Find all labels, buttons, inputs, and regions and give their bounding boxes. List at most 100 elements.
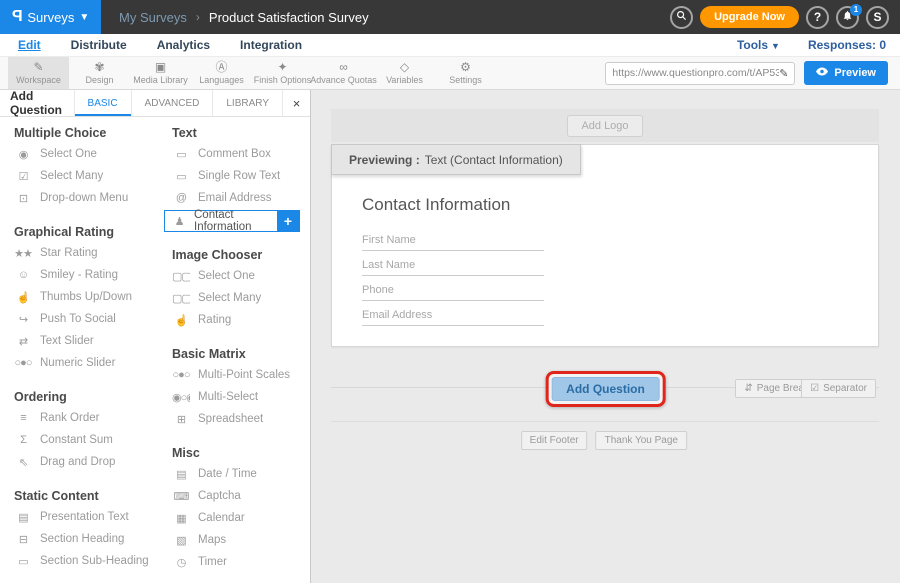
palette-icon: ✾	[94, 61, 104, 74]
wand-icon: ✦	[277, 61, 287, 74]
question-type-label: Comment Box	[198, 148, 271, 160]
panel-tab-basic[interactable]: BASIC	[74, 90, 131, 116]
question-type-timer[interactable]: ◷Timer	[172, 551, 310, 573]
question-type-push-to-social[interactable]: ↪Push To Social	[14, 308, 158, 330]
question-type-select-many[interactable]: ☑Select Many	[14, 165, 158, 187]
question-type-maps[interactable]: ▧ Maps	[172, 529, 310, 551]
toolbar-tab-label: Languages	[199, 75, 244, 85]
question-type-label: Contact Information	[194, 209, 277, 233]
question-type-numeric-slider[interactable]: ○●○Numeric Slider	[14, 352, 158, 374]
toolbar-tab-label: Design	[85, 75, 113, 85]
question-type-text-slider[interactable]: ⇄Text Slider	[14, 330, 158, 352]
question-type-select-many[interactable]: ▢▢Select Many	[172, 287, 310, 309]
nav-tab-integration[interactable]: Integration	[240, 38, 302, 52]
question-type-star-rating[interactable]: ★★Star Rating	[14, 242, 158, 264]
toolbar-tab-workspace[interactable]: ✎Workspace	[8, 57, 69, 89]
question-type-single-row-text[interactable]: ▭Single Row Text	[172, 165, 310, 187]
app-root: P Surveys ▼ My Surveys › Product Satisfa…	[0, 0, 900, 583]
question-type-label: Rank Order	[40, 412, 99, 424]
multipoint-scales-icon: ○●○	[172, 369, 190, 381]
question-type-rating[interactable]: ☝Rating	[172, 309, 310, 331]
question-type-label: Push To Social	[40, 313, 116, 325]
preview-button[interactable]: Preview	[804, 61, 888, 85]
question-type-section-sub-heading[interactable]: ▭Section Sub-Heading	[14, 550, 158, 572]
thank-you-page-button[interactable]: Thank You Page	[596, 431, 687, 450]
field-last-name[interactable]: Last Name	[362, 253, 544, 276]
field-phone[interactable]: Phone	[362, 278, 544, 301]
breadcrumb-my-surveys[interactable]: My Surveys	[119, 10, 187, 25]
product-switcher[interactable]: P Surveys ▼	[0, 0, 101, 34]
panel-tab-advanced[interactable]: ADVANCED	[131, 90, 213, 116]
checkboxes-icon: ☑	[14, 170, 32, 183]
nav-tab-analytics[interactable]: Analytics	[157, 38, 210, 52]
question-type-email-address[interactable]: @Email Address	[172, 187, 310, 209]
question-type-multi-point-scales[interactable]: ○●○Multi-Point Scales	[172, 364, 310, 386]
add-selected-question-button[interactable]: +	[277, 211, 299, 231]
nav-tab-distribute[interactable]: Distribute	[71, 38, 127, 52]
help-button[interactable]: ?	[806, 6, 829, 29]
toolbar-tab-media-library[interactable]: ▣Media Library	[130, 57, 191, 89]
edit-footer-button[interactable]: Edit Footer	[521, 431, 588, 450]
responses-count[interactable]: Responses: 0	[808, 38, 886, 52]
question-type-rank-order[interactable]: ≡Rank Order	[14, 407, 158, 429]
add-question-button[interactable]: Add Question	[551, 377, 660, 401]
gear-icon: ⚙	[460, 61, 471, 74]
toolbar-tab-languages[interactable]: ⒶLanguages	[191, 57, 252, 89]
question-type-label: Maps	[198, 534, 226, 546]
survey-url-field[interactable]: https://www.questionpro.com/t/AP53kZgUI …	[605, 62, 795, 85]
question-type-select-one[interactable]: ▢▢Select One	[172, 265, 310, 287]
question-type-label: Presentation Text	[40, 511, 129, 523]
add-logo-button[interactable]: Add Logo	[567, 115, 642, 137]
page-title: Product Satisfaction Survey	[209, 10, 369, 25]
timer-icon: ◷	[172, 556, 190, 569]
map-icon: ▧	[172, 534, 190, 547]
toolbar-tab-design[interactable]: ✾Design	[69, 57, 130, 89]
edit-url-icon[interactable]: ✎	[779, 67, 788, 80]
red-highlight-ring: Add Question	[545, 371, 666, 407]
group-title-basic-matrix: Basic Matrix	[172, 347, 310, 361]
page-break-icon: ⇵	[744, 383, 752, 394]
panel-tab-library[interactable]: LIBRARY	[212, 90, 282, 116]
avatar[interactable]: S	[866, 6, 889, 29]
question-type-drag-and-drop[interactable]: ⇖Drag and Drop	[14, 451, 158, 473]
previewing-value: Text (Contact Information)	[425, 153, 563, 167]
calendar-icon: ▦	[172, 512, 190, 525]
group-title-ordering: Ordering	[14, 390, 158, 404]
question-type-captcha[interactable]: ⌨Captcha	[172, 485, 310, 507]
notifications-button[interactable]: 1	[836, 6, 859, 29]
search-button[interactable]	[670, 6, 693, 29]
question-type-label: Spreadsheet	[198, 413, 263, 425]
question-type-thumbs-up-down[interactable]: ☝Thumbs Up/Down	[14, 286, 158, 308]
toolbar-tab-finish-options[interactable]: ✦Finish Options	[252, 57, 313, 89]
question-type-date-time[interactable]: ▤Date / Time	[172, 463, 310, 485]
toolbar-tab-variables[interactable]: ◇Variables	[374, 57, 435, 89]
breadcrumb-chevron-icon: ›	[196, 10, 200, 24]
separator-button[interactable]: ☑ Separator	[801, 379, 876, 398]
question-type-presentation-text[interactable]: ▤Presentation Text	[14, 506, 158, 528]
question-type-multi-select[interactable]: ◉○◉Multi-Select	[172, 386, 310, 408]
nav-tab-edit[interactable]: Edit	[18, 38, 41, 52]
question-type-smiley-rating[interactable]: ☺Smiley - Rating	[14, 264, 158, 286]
field-email-address[interactable]: Email Address	[362, 303, 544, 326]
close-panel-button[interactable]: ×	[282, 90, 310, 116]
field-first-name[interactable]: First Name	[362, 228, 544, 251]
question-type-spreadsheet[interactable]: ⊞Spreadsheet	[172, 408, 310, 430]
question-type-constant-sum[interactable]: ΣConstant Sum	[14, 429, 158, 451]
toolbar-tab-settings[interactable]: ⚙Settings	[435, 57, 496, 89]
separator-icon: ☑	[810, 383, 819, 394]
footer-buttons: Edit Footer Thank You Page	[521, 431, 687, 450]
toolbar-tab-advance-quotas[interactable]: ∞Advance Quotas	[313, 57, 374, 89]
upgrade-button[interactable]: Upgrade Now	[700, 6, 799, 28]
question-type-contact-information[interactable]: ♟Contact Information+	[164, 210, 300, 232]
question-type-comment-box[interactable]: ▭Comment Box	[172, 143, 310, 165]
tools-menu[interactable]: Tools▼	[737, 38, 780, 52]
chevron-down-icon: ▼	[79, 12, 89, 23]
question-type-select-one[interactable]: ◉Select One	[14, 143, 158, 165]
multi-select-icon: ◉○◉	[172, 391, 190, 404]
question-type-drop-down-menu[interactable]: ⊡Drop-down Menu	[14, 187, 158, 209]
question-type-calendar[interactable]: ▦Calendar	[172, 507, 310, 529]
question-type-section-heading[interactable]: ⊟Section Heading	[14, 528, 158, 550]
edit-toolbar: ✎Workspace✾Design▣Media LibraryⒶLanguage…	[0, 57, 900, 90]
toolbar-tab-label: Variables	[386, 75, 423, 85]
toolbar-tab-label: Advance Quotas	[310, 75, 377, 85]
